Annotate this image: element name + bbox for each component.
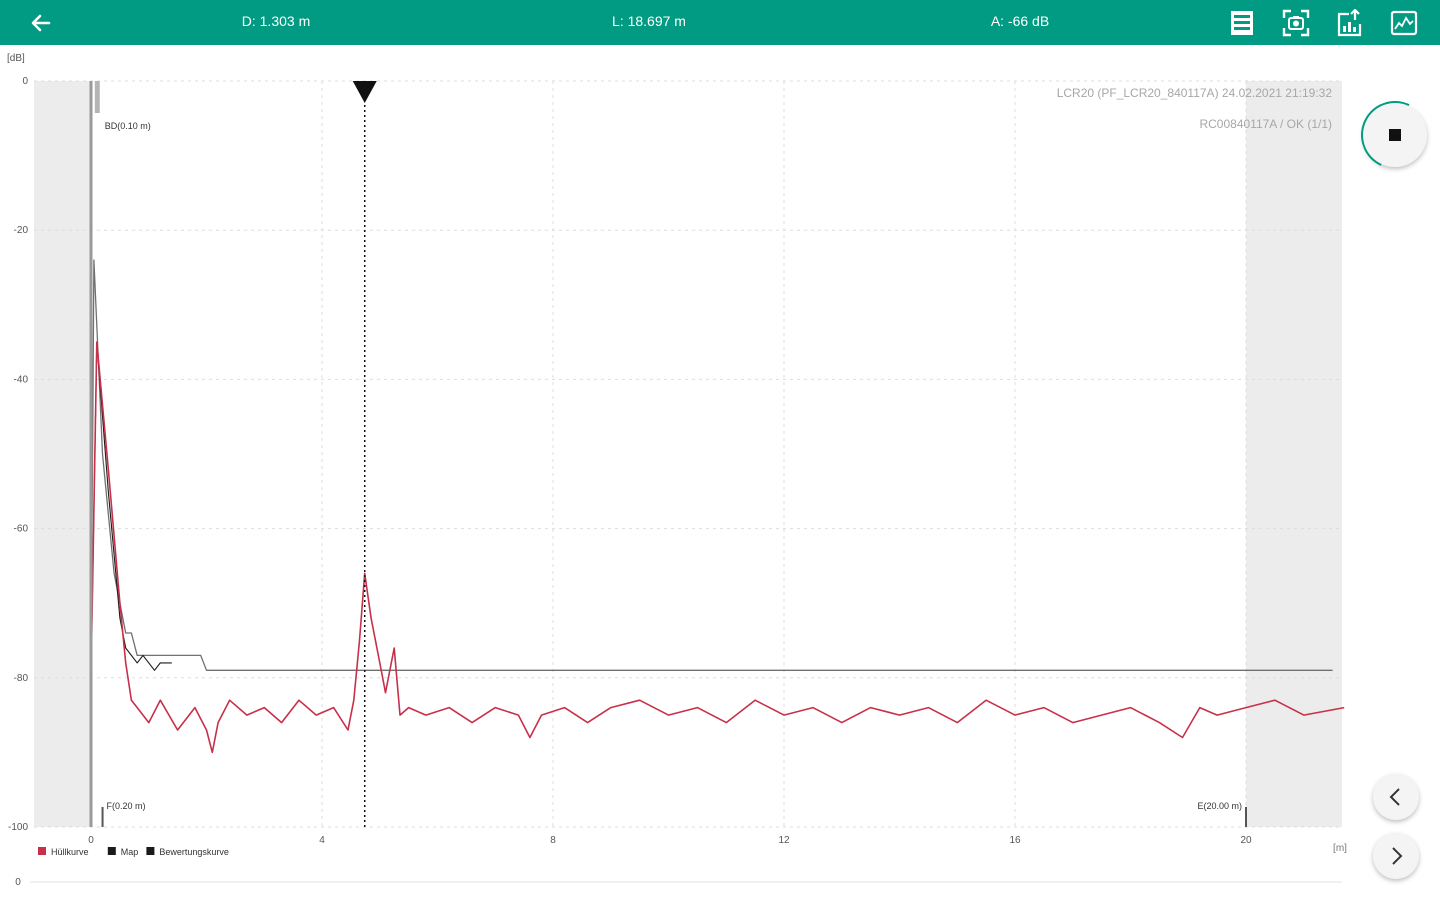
export-button[interactable] <box>1334 7 1366 39</box>
series-line <box>90 341 1345 754</box>
top-app-bar: D: 1.303 m L: 18.697 m A: -66 dB <box>0 0 1440 45</box>
back-button[interactable] <box>26 8 56 38</box>
x-axis-label: [m] <box>1333 843 1347 854</box>
status-info-line: RC00840117A / OK (1/1) <box>1199 117 1332 131</box>
legend-label: Map <box>121 847 139 857</box>
length-readout: L: 18.697 m <box>612 13 686 29</box>
x-tick-label: 4 <box>319 835 325 846</box>
y-tick-label: 0 <box>22 76 28 87</box>
legend-label: Hüllkurve <box>51 847 89 857</box>
chevron-right-icon <box>1392 847 1403 865</box>
y-tick-label: -100 <box>8 822 28 833</box>
series-line <box>90 341 172 678</box>
stop-button[interactable] <box>1351 91 1439 179</box>
x-tick-label: 12 <box>778 835 790 846</box>
legend-label: Bewertungskurve <box>159 847 229 857</box>
arrow-left-icon <box>31 14 51 32</box>
amplitude-readout: A: -66 dB <box>990 13 1050 29</box>
e-marker-label: E(20.00 m) <box>1197 801 1242 811</box>
x-tick-label: 20 <box>1240 835 1252 846</box>
next-button[interactable] <box>1373 833 1419 879</box>
previous-button[interactable] <box>1373 774 1419 820</box>
curve-settings-button[interactable] <box>1388 7 1420 39</box>
f-marker-label: F(0.20 m) <box>107 801 146 811</box>
bd-marker-label: BD(0.10 m) <box>105 121 151 131</box>
x-tick-label: 16 <box>1009 835 1021 846</box>
blocking-zone-end <box>1246 81 1342 827</box>
bottom-axis-label: 0 <box>15 877 21 888</box>
y-tick-label: -40 <box>14 374 29 385</box>
chevron-left-icon <box>1389 788 1400 806</box>
legend-swatch <box>38 847 46 855</box>
x-tick-label: 0 <box>88 835 94 846</box>
table-view-button[interactable] <box>1226 7 1258 39</box>
y-axis-label: [dB] <box>7 53 25 64</box>
cursor-handle[interactable] <box>352 81 377 103</box>
snapshot-icon <box>1282 9 1310 37</box>
table-icon <box>1231 11 1253 35</box>
echo-curve-chart: [dB] 0 -20 -40 -60 -80 -100 0 4 8 12 16 20 [m] 0 LCR20… <box>0 45 1440 900</box>
export-icon <box>1337 9 1362 37</box>
snapshot-button[interactable] <box>1280 7 1312 39</box>
curve-icon <box>1390 10 1418 36</box>
y-tick-label: -20 <box>14 225 29 236</box>
legend-swatch <box>107 847 116 855</box>
legend-swatch <box>146 847 155 855</box>
series-line <box>90 259 1333 678</box>
blocking-zone-start <box>34 81 91 827</box>
chart-canvas: [dB] 0 -20 -40 -60 -80 -100 0 4 8 12 16 20 [m] 0 LCR20… <box>7 53 1347 888</box>
y-tick-label: -60 <box>14 524 29 535</box>
distance-readout: D: 1.303 m <box>241 13 311 29</box>
device-info-line: LCR20 (PF_LCR20_840117A) 24.02.2021 21:1… <box>1057 86 1333 100</box>
bd-marker <box>94 81 100 113</box>
y-tick-label: -80 <box>14 673 29 684</box>
x-tick-label: 8 <box>550 835 556 846</box>
